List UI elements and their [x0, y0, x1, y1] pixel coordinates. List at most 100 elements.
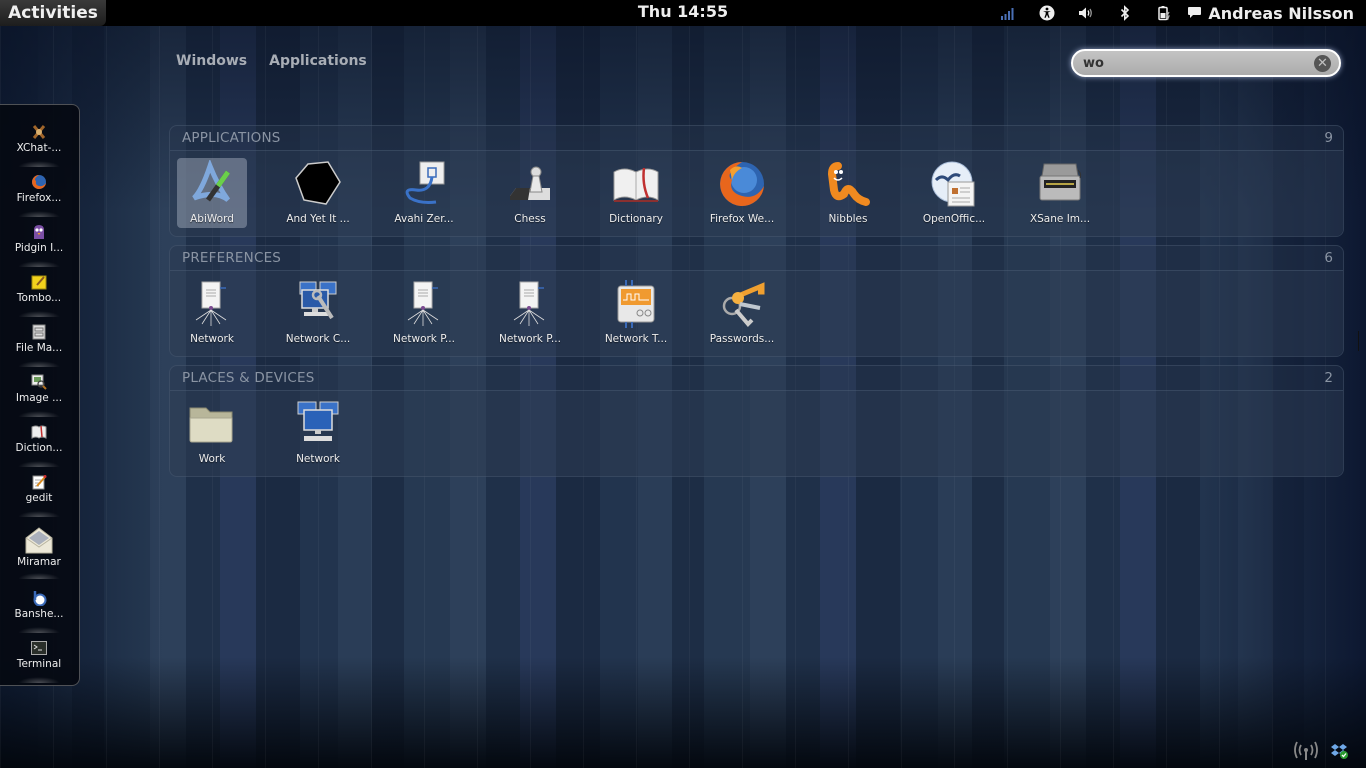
- network-proxy-icon: [400, 280, 448, 328]
- clear-search-icon[interactable]: ✕: [1314, 54, 1331, 72]
- file-manager-icon: [30, 323, 48, 341]
- section-header: APPLICATIONS: [182, 130, 281, 146]
- app-tile-firefox[interactable]: Firefox We...: [707, 158, 777, 228]
- xchat-icon: [30, 123, 48, 141]
- dash-item-file-manager[interactable]: File Ma...: [0, 321, 78, 367]
- tile-label: AbiWord: [190, 213, 234, 225]
- dash-item-label: Miramar: [17, 556, 61, 568]
- tile-label: Chess: [514, 213, 546, 225]
- tile-label: Network: [296, 453, 340, 465]
- firefox-icon: [30, 173, 48, 191]
- dash-item-gedit[interactable]: gedit: [0, 471, 78, 517]
- section-header: PREFERENCES: [182, 250, 282, 266]
- abiword-icon: [188, 160, 236, 208]
- view-selector: Windows Applications: [176, 53, 367, 69]
- network-signal-icon[interactable]: [988, 0, 1027, 26]
- tile-label: And Yet It ...: [286, 213, 350, 225]
- pref-tile-network[interactable]: Network: [177, 278, 247, 348]
- dash-item-label: Tombo...: [16, 292, 62, 304]
- pidgin-icon: [30, 223, 48, 241]
- app-tile-openoffice[interactable]: OpenOffic...: [919, 158, 989, 228]
- user-name: Andreas Nilsson: [1208, 3, 1354, 23]
- avahi-icon: [400, 160, 448, 208]
- network-proxy-icon: [506, 280, 554, 328]
- section-header: PLACES & DEVICES: [182, 370, 315, 386]
- places-section: PLACES & DEVICES 2 Work Network: [169, 365, 1344, 477]
- dash-item-image-viewer[interactable]: Image ...: [0, 371, 78, 417]
- dictionary-icon: [30, 423, 48, 441]
- dropbox-icon[interactable]: [1328, 740, 1352, 762]
- pref-tile-passwords[interactable]: Passwords...: [707, 278, 777, 348]
- app-tile-and-yet-it-moves[interactable]: And Yet It ...: [283, 158, 353, 228]
- dash-item-dictionary[interactable]: Diction...: [0, 421, 78, 467]
- dash: XChat-... Firefox... Pidgin I... Tombo..…: [0, 104, 80, 686]
- dash-item-miramar[interactable]: Miramar: [0, 523, 78, 579]
- network-proxy-icon: [188, 280, 236, 328]
- app-tile-xsane[interactable]: XSane Im...: [1025, 158, 1095, 228]
- pref-tile-network-proxy-2[interactable]: Network P...: [495, 278, 565, 348]
- chess-icon: [506, 160, 554, 208]
- dash-item-label: Terminal: [16, 658, 62, 670]
- tile-label: Avahi Zer...: [394, 213, 454, 225]
- dash-item-label: Pidgin I...: [14, 242, 64, 254]
- tile-label: XSane Im...: [1029, 213, 1091, 225]
- preferences-section: PREFERENCES 6 Network Network C... Netwo…: [169, 245, 1344, 357]
- applications-section: APPLICATIONS 9 AbiWord And Yet It ... Av…: [169, 125, 1344, 237]
- network-connections-icon: [294, 280, 342, 328]
- tile-label: Network P...: [393, 333, 455, 345]
- pref-tile-network-tools[interactable]: Network T...: [601, 278, 671, 348]
- tile-label: Dictionary: [609, 213, 663, 225]
- dash-item-label: Banshe...: [14, 608, 64, 620]
- banshee-icon: [30, 589, 48, 607]
- clock-label[interactable]: Thu 14:55: [638, 2, 728, 21]
- dash-item-terminal[interactable]: Terminal: [0, 637, 78, 683]
- tab-applications[interactable]: Applications: [269, 53, 367, 69]
- folder-icon: [188, 400, 236, 448]
- search-box: ✕: [1071, 49, 1341, 77]
- chat-status-icon: [1187, 4, 1202, 23]
- wireless-icon[interactable]: [1294, 740, 1318, 762]
- bluetooth-icon[interactable]: [1105, 0, 1144, 26]
- dictionary-icon: [612, 160, 660, 208]
- app-tile-dictionary[interactable]: Dictionary: [601, 158, 671, 228]
- accessibility-icon[interactable]: [1027, 0, 1066, 26]
- volume-icon[interactable]: [1066, 0, 1105, 26]
- mail-icon: [24, 525, 54, 555]
- firefox-icon: [718, 160, 766, 208]
- app-tile-chess[interactable]: Chess: [495, 158, 565, 228]
- tile-label: Passwords...: [709, 333, 775, 345]
- user-menu[interactable]: Andreas Nilsson: [1187, 4, 1354, 23]
- app-tile-abiword[interactable]: AbiWord: [177, 158, 247, 228]
- dash-item-xchat[interactable]: XChat-...: [0, 121, 78, 167]
- battery-charging-icon[interactable]: [1144, 0, 1183, 26]
- result-count: 9: [1324, 130, 1333, 146]
- activities-button[interactable]: Activities: [0, 0, 106, 26]
- dash-item-label: Firefox...: [16, 192, 62, 204]
- app-tile-avahi[interactable]: Avahi Zer...: [389, 158, 459, 228]
- gedit-icon: [30, 473, 48, 491]
- edge-indicator: [1358, 331, 1359, 351]
- place-tile-network[interactable]: Network: [283, 398, 353, 468]
- nibbles-icon: [824, 160, 872, 208]
- status-area: Andreas Nilsson: [988, 0, 1354, 26]
- search-input[interactable]: [1083, 55, 1314, 71]
- tile-label: Network T...: [604, 333, 668, 345]
- tab-windows[interactable]: Windows: [176, 53, 247, 69]
- message-tray: [1294, 740, 1352, 762]
- dash-item-firefox[interactable]: Firefox...: [0, 171, 78, 217]
- tile-label: Network P...: [499, 333, 561, 345]
- dash-item-banshee[interactable]: Banshe...: [0, 587, 78, 633]
- terminal-icon: [30, 639, 48, 657]
- tile-label: Nibbles: [828, 213, 868, 225]
- keys-icon: [718, 280, 766, 328]
- dash-item-pidgin[interactable]: Pidgin I...: [0, 221, 78, 267]
- app-tile-nibbles[interactable]: Nibbles: [813, 158, 883, 228]
- network-computers-icon: [294, 400, 342, 448]
- dash-item-tomboy[interactable]: Tombo...: [0, 271, 78, 317]
- pref-tile-network-connections[interactable]: Network C...: [283, 278, 353, 348]
- place-tile-work[interactable]: Work: [177, 398, 247, 468]
- tomboy-icon: [30, 273, 48, 291]
- dash-item-label: gedit: [25, 492, 53, 504]
- scanner-icon: [1036, 160, 1084, 208]
- pref-tile-network-proxy-1[interactable]: Network P...: [389, 278, 459, 348]
